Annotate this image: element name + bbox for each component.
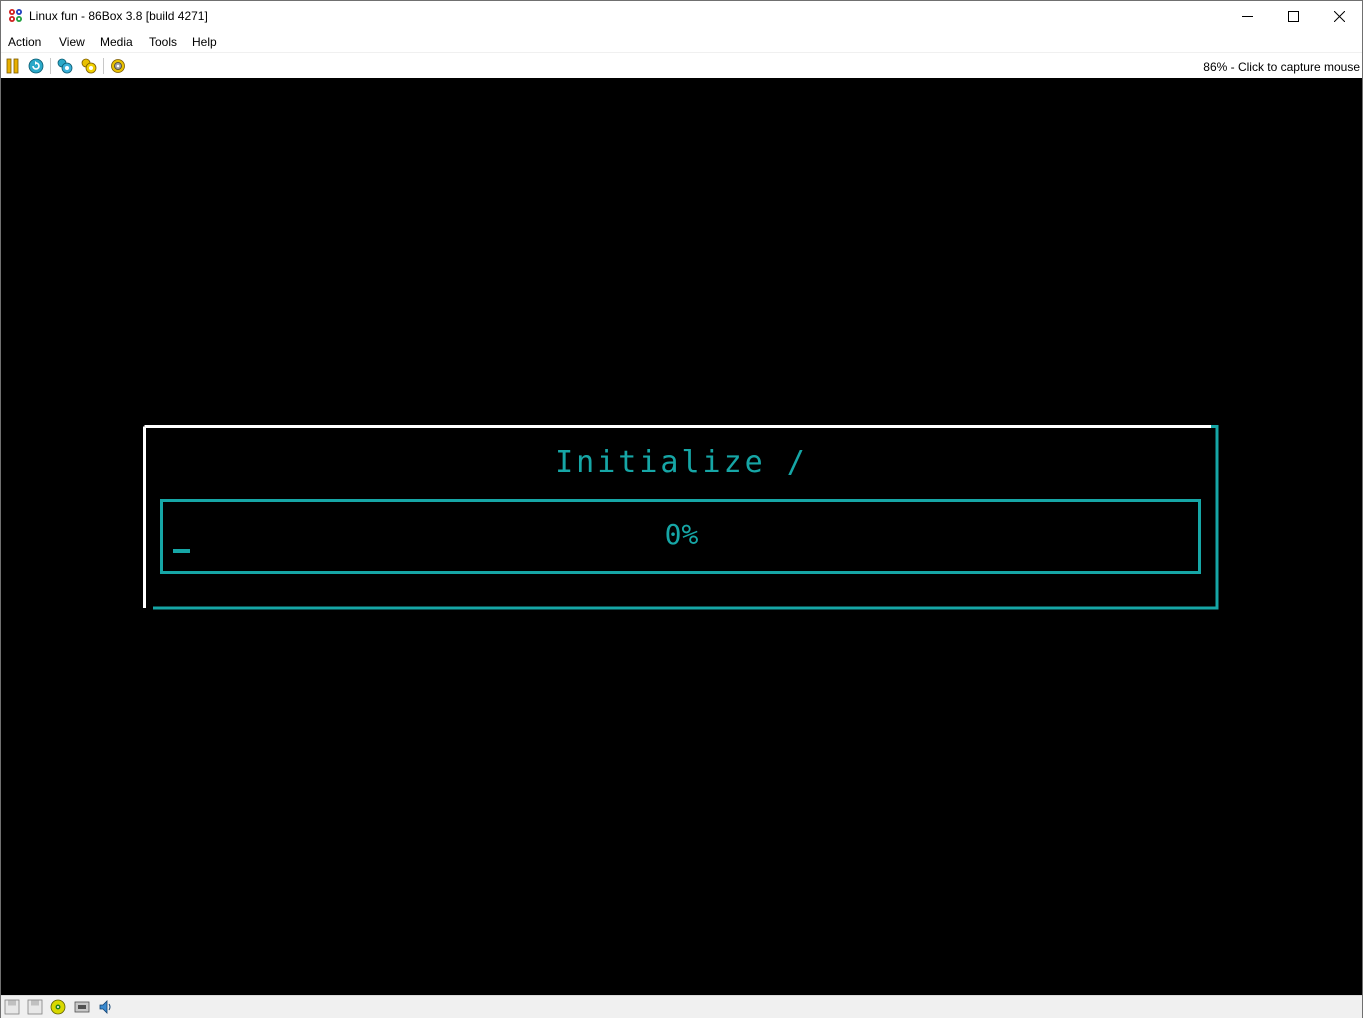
minimize-button[interactable] (1225, 1, 1271, 31)
floppy-drive-2-icon[interactable] (27, 999, 43, 1015)
emulator-window: Linux fun - 86Box 3.8 [build 4271] Actio… (0, 0, 1363, 1018)
window-title: Linux fun - 86Box 3.8 [build 4271] (29, 9, 208, 23)
menu-tools[interactable]: Tools (149, 35, 177, 49)
sound-icon[interactable] (98, 999, 114, 1015)
menu-view[interactable]: View (59, 35, 85, 49)
menu-help[interactable]: Help (192, 35, 217, 49)
floppy-drive-1-icon[interactable] (4, 999, 20, 1015)
dialog-title: Initialize / (555, 445, 808, 480)
ctrl-alt-del-icon[interactable] (57, 58, 73, 74)
ctrl-alt-esc-icon[interactable] (81, 58, 97, 74)
reset-icon[interactable] (28, 58, 44, 74)
toolbar-separator (103, 58, 104, 74)
progress-percentage: 0% (664, 518, 699, 551)
network-icon[interactable] (74, 999, 90, 1015)
86box-app-icon (8, 8, 23, 23)
maximize-button[interactable] (1271, 1, 1317, 31)
status-bar (1, 995, 1362, 1018)
menu-bar: Action View Media Tools Help (1, 31, 1362, 52)
toolbar-separator (50, 58, 51, 74)
close-icon (1334, 11, 1345, 22)
minimize-icon (1242, 16, 1253, 17)
menu-media[interactable]: Media (100, 35, 133, 49)
settings-icon[interactable] (110, 58, 126, 74)
capture-mouse-hint: 86% - Click to capture mouse (1203, 60, 1360, 74)
pause-icon[interactable] (5, 58, 21, 74)
menu-action[interactable]: Action (8, 35, 41, 49)
emulator-screen[interactable]: Initialize / 0% (1, 78, 1362, 995)
title-bar: Linux fun - 86Box 3.8 [build 4271] (1, 1, 1362, 31)
toolbar: 86% - Click to capture mouse (1, 52, 1362, 79)
maximize-icon (1288, 11, 1299, 22)
close-button[interactable] (1317, 1, 1363, 31)
cdrom-icon[interactable] (50, 999, 66, 1015)
